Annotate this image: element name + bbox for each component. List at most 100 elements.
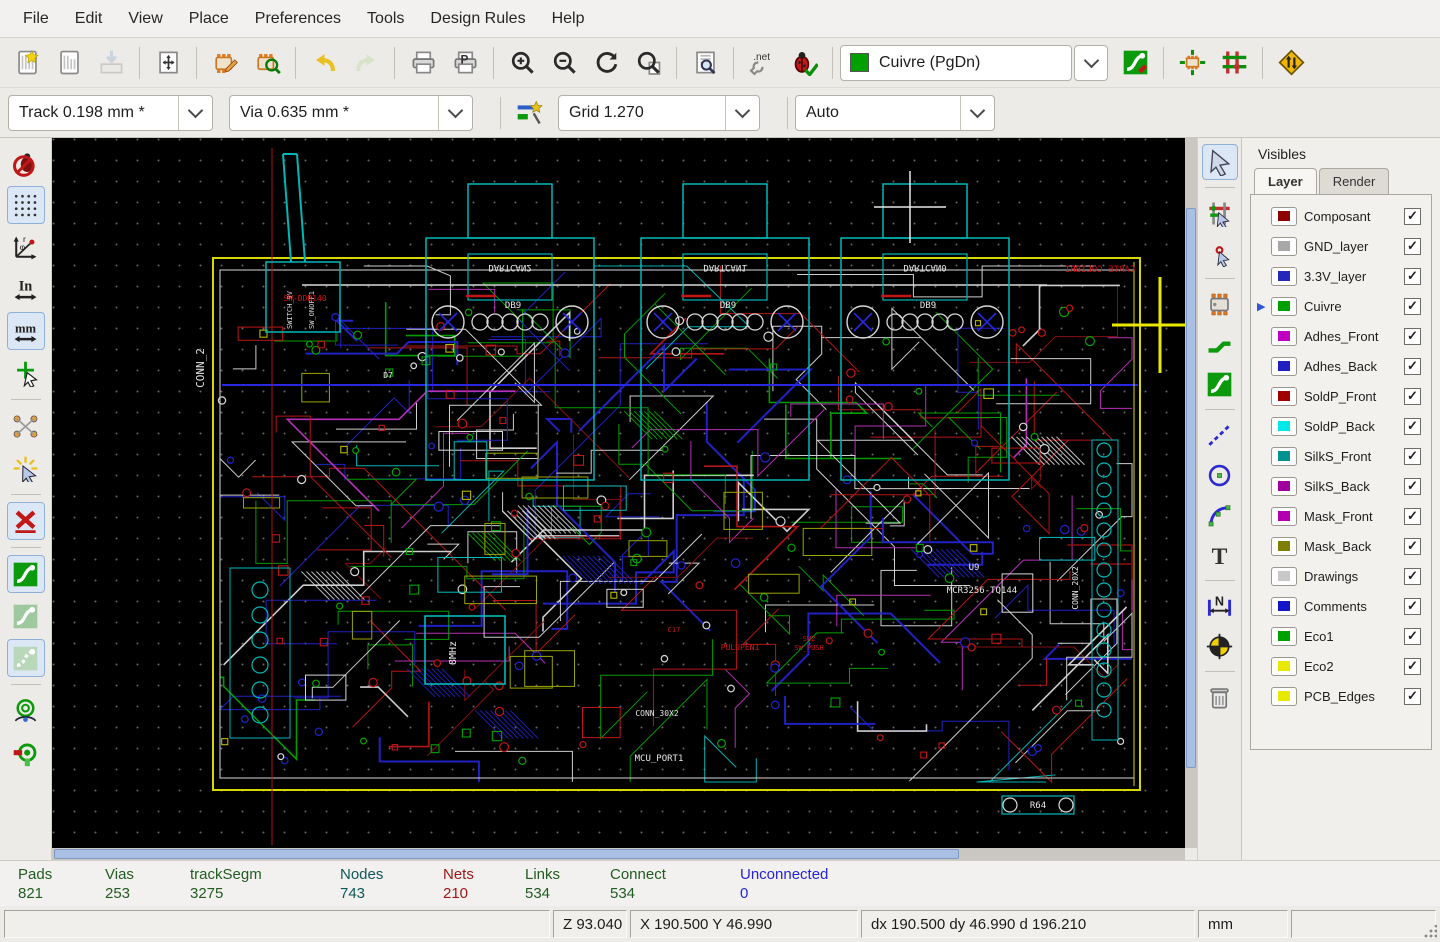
layer-visibility-checkbox[interactable]: ✓ (1404, 357, 1421, 375)
add-arc-button[interactable] (1202, 497, 1238, 533)
new-board-button[interactable] (9, 45, 45, 81)
layer-row-cuivre[interactable]: ▶ Cuivre ✓ (1251, 291, 1431, 321)
delete-tool-button[interactable] (1202, 679, 1238, 715)
layer-visibility-checkbox[interactable]: ✓ (1404, 387, 1421, 405)
layer-color-swatch[interactable] (1271, 206, 1297, 226)
layer-color-swatch[interactable] (1271, 236, 1297, 256)
zones-filled-button[interactable] (6, 555, 45, 593)
polar-coords-button[interactable]: φr (7, 228, 45, 266)
layer-visibility-checkbox[interactable]: ✓ (1404, 477, 1421, 495)
layers-manager-button[interactable] (1117, 45, 1153, 81)
layer-color-swatch[interactable] (1271, 266, 1297, 286)
menu-preferences[interactable]: Preferences (242, 0, 354, 38)
layer-color-swatch[interactable] (1271, 356, 1297, 376)
zoom-level-combo[interactable]: Auto (795, 94, 995, 131)
layer-color-swatch[interactable] (1271, 626, 1297, 646)
auto-delete-track-button[interactable] (6, 502, 45, 540)
layer-color-swatch[interactable] (1271, 416, 1297, 436)
zoom-out-button[interactable] (546, 45, 582, 81)
zoom-fit-button[interactable] (630, 45, 666, 81)
menu-place[interactable]: Place (176, 0, 242, 38)
via-size-combo[interactable]: Via 0.635 mm * (229, 94, 473, 131)
netlist-button[interactable]: .net (744, 45, 780, 81)
vertical-scrollbar[interactable] (1185, 138, 1197, 848)
track-width-dropdown-button[interactable] (178, 95, 212, 130)
drc-off-button[interactable] (7, 144, 45, 182)
layer-row-soldp_back[interactable]: ▶SoldP_Back✓ (1251, 411, 1431, 441)
zoom-redraw-button[interactable] (588, 45, 624, 81)
local-ratsnest-button[interactable] (1202, 235, 1238, 271)
menu-file[interactable]: File (10, 0, 62, 38)
layer-row-pcb_edges[interactable]: ▶PCB_Edges✓ (1251, 681, 1431, 711)
layer-visibility-checkbox[interactable]: ✓ (1404, 417, 1421, 435)
zoom-in-button[interactable] (504, 45, 540, 81)
via-size-dropdown-button[interactable] (438, 95, 472, 130)
tab-render[interactable]: Render (1318, 168, 1390, 194)
layer-row-gnd_layer[interactable]: ▶GND_layer✓ (1251, 231, 1431, 261)
grid-size-combo[interactable]: Grid 1.270 (558, 94, 760, 131)
page-settings-button[interactable] (150, 45, 186, 81)
layer-visibility-checkbox[interactable]: ✓ (1404, 567, 1421, 585)
layer-color-swatch[interactable] (1271, 686, 1297, 706)
layer-visibility-checkbox[interactable]: ✓ (1404, 237, 1421, 255)
layer-row-mask_front[interactable]: ▶Mask_Front✓ (1251, 501, 1431, 531)
layer-row-comments[interactable]: ▶Comments✓ (1251, 591, 1431, 621)
module-ratsnest-button[interactable] (7, 449, 45, 487)
menu-help[interactable]: Help (539, 0, 598, 38)
menu-design-rules[interactable]: Design Rules (417, 0, 538, 38)
track-width-combo[interactable]: Track 0.198 mm * (8, 94, 213, 131)
resize-grip[interactable] (1423, 925, 1437, 939)
layer-select-dropdown-button[interactable] (1074, 44, 1108, 81)
module-mode-button[interactable] (1174, 45, 1210, 81)
layer-row-adhes_back[interactable]: ▶Adhes_Back✓ (1251, 351, 1431, 381)
layer-visibility-checkbox[interactable]: ✓ (1404, 447, 1421, 465)
redo-button[interactable] (348, 45, 384, 81)
auto-track-width-button[interactable] (511, 95, 547, 131)
find-button[interactable] (687, 45, 723, 81)
layer-select-combo[interactable]: Cuivre (PgDn) (840, 44, 1072, 81)
add-footprint-button[interactable] (1202, 286, 1238, 322)
autoroute-button[interactable] (1273, 45, 1309, 81)
grid-size-dropdown-button[interactable] (725, 95, 759, 130)
layer-color-swatch[interactable] (1271, 506, 1297, 526)
units-inch-button[interactable]: In (7, 270, 45, 308)
add-dimension-button[interactable]: N (1202, 588, 1238, 624)
layer-visibility-checkbox[interactable]: ✓ (1404, 627, 1421, 645)
zones-outline-button[interactable] (6, 639, 45, 677)
add-text-button[interactable]: T (1202, 537, 1238, 573)
layer-visibility-checkbox[interactable]: ✓ (1404, 687, 1421, 705)
layer-color-swatch[interactable] (1271, 446, 1297, 466)
layer-visibility-checkbox[interactable]: ✓ (1404, 657, 1421, 675)
menu-edit[interactable]: Edit (62, 0, 116, 38)
ratsnest-button[interactable] (7, 407, 45, 445)
layer-row-soldp_front[interactable]: ▶SoldP_Front✓ (1251, 381, 1431, 411)
highlight-net-button[interactable] (1202, 195, 1238, 231)
layer-row-silks_back[interactable]: ▶SilkS_Back✓ (1251, 471, 1431, 501)
drc-button[interactable] (786, 45, 822, 81)
zones-unfilled-button[interactable] (7, 597, 45, 635)
add-circle-button[interactable] (1202, 457, 1238, 493)
pads-sketch-button[interactable] (7, 692, 45, 730)
undo-button[interactable] (306, 45, 342, 81)
add-line-button[interactable] (1202, 417, 1238, 453)
add-zone-button[interactable] (1202, 366, 1238, 402)
layer-color-swatch[interactable] (1271, 536, 1297, 556)
tab-layer[interactable]: Layer (1254, 168, 1317, 194)
layer-row-mask_back[interactable]: ▶Mask_Back✓ (1251, 531, 1431, 561)
open-board-button[interactable] (51, 45, 87, 81)
layer-color-swatch[interactable] (1271, 296, 1297, 316)
layer-color-swatch[interactable] (1271, 476, 1297, 496)
layer-color-swatch[interactable] (1271, 386, 1297, 406)
layer-color-swatch[interactable] (1271, 656, 1297, 676)
horizontal-scrollbar[interactable] (52, 848, 1185, 860)
vertical-scrollbar-thumb[interactable] (1186, 208, 1196, 768)
layer-row-drawings[interactable]: ▶Drawings✓ (1251, 561, 1431, 591)
units-mm-button[interactable]: mm (6, 312, 45, 350)
menu-tools[interactable]: Tools (354, 0, 417, 38)
plot-button[interactable]: P (447, 45, 483, 81)
save-board-button[interactable] (93, 45, 129, 81)
layer-visibility-checkbox[interactable]: ✓ (1404, 537, 1421, 555)
layer-visibility-checkbox[interactable]: ✓ (1404, 267, 1421, 285)
layer-row-3.3v_layer[interactable]: ▶3.3V_layer✓ (1251, 261, 1431, 291)
zoom-level-dropdown-button[interactable] (960, 95, 994, 130)
